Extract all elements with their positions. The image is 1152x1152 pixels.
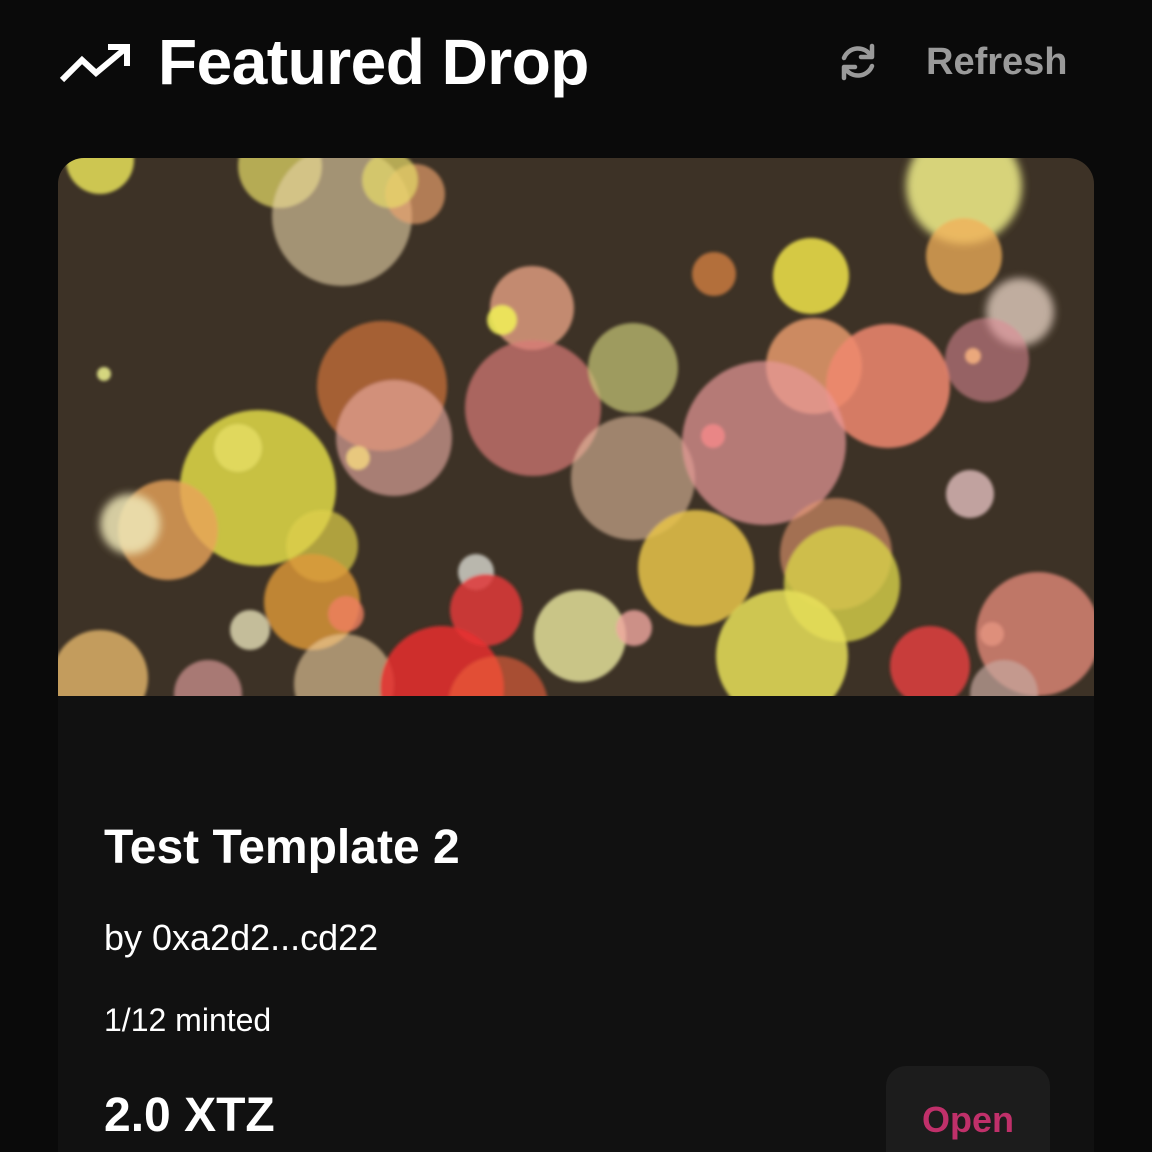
refresh-icon [841, 43, 875, 81]
trending-up-icon [59, 44, 130, 83]
drop-minted-count: 1/12 minted [104, 1002, 272, 1038]
refresh-label: Refresh [926, 41, 1068, 83]
bokeh-lights-artwork [58, 158, 1094, 696]
drop-title[interactable]: Test Template 2 [104, 820, 460, 876]
drop-price: 2.0 XTZ [104, 1089, 275, 1142]
refresh-button[interactable]: Refresh [826, 28, 1076, 96]
section-header: Featured Drop Refresh [0, 0, 1152, 125]
open-button[interactable]: Open [886, 1066, 1050, 1152]
section-title: Featured Drop [158, 26, 589, 98]
featured-drop-card[interactable]: Test Template 2 by 0xa2d2...cd22 1/12 mi… [58, 158, 1094, 1152]
open-label: Open [921, 1099, 1014, 1140]
featured-drop-page: Featured Drop Refresh Test Template 2 by… [0, 0, 1152, 1152]
drop-creator[interactable]: by 0xa2d2...cd22 [104, 916, 378, 960]
